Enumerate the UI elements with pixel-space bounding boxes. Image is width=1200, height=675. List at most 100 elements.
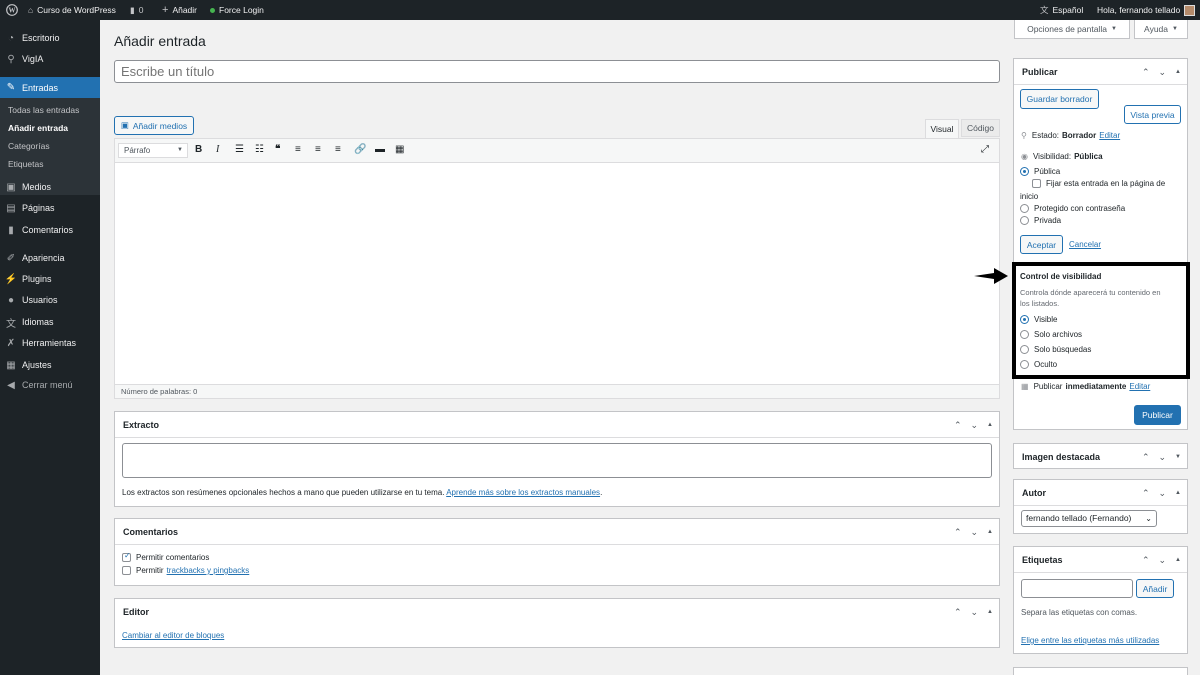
featured-image-box: Imagen destacada ⌃ ⌄ ▼ — [1013, 443, 1188, 469]
toggle-panel-icon[interactable]: ▲ — [1175, 490, 1181, 496]
align-center-icon[interactable]: ≡ — [315, 144, 321, 155]
comment-icon: ▮ — [130, 5, 135, 15]
tab-visual[interactable]: Visual — [925, 119, 959, 138]
move-up-icon[interactable]: ⌃ — [954, 420, 962, 431]
post-title-input[interactable] — [114, 60, 1000, 83]
screen-options-button[interactable]: Opciones de pantalla ▼ — [1014, 20, 1130, 39]
menu-item-herramientas[interactable]: ✗ Herramientas — [0, 333, 100, 353]
excerpt-textarea[interactable] — [122, 443, 992, 478]
move-down-icon[interactable]: ⌄ — [971, 527, 979, 538]
publish-button[interactable]: Publicar — [1134, 405, 1181, 425]
move-up-icon[interactable]: ⌃ — [1142, 488, 1150, 499]
help-button[interactable]: Ayuda ▼ — [1134, 20, 1188, 39]
visibility-public-radio[interactable] — [1020, 167, 1029, 176]
switch-block-editor-link[interactable]: Cambiar al editor de bloques — [122, 631, 224, 640]
move-up-icon[interactable]: ⌃ — [1142, 555, 1150, 566]
add-tag-button[interactable]: Añadir — [1136, 579, 1174, 598]
move-down-icon[interactable]: ⌄ — [1159, 555, 1167, 566]
account-menu[interactable]: Hola, fernando tellado — [1097, 0, 1196, 20]
menu-item-vigia[interactable]: ⚲ VigIA — [0, 49, 100, 69]
save-draft-button[interactable]: Guardar borrador — [1020, 89, 1099, 109]
edit-status-link[interactable]: Editar — [1099, 131, 1120, 140]
excerpt-title[interactable]: Extracto — [115, 412, 999, 438]
move-down-icon[interactable]: ⌄ — [1159, 488, 1167, 499]
menu-item-idiomas[interactable]: 文 Idiomas — [0, 312, 100, 332]
toggle-panel-icon[interactable]: ▲ — [1175, 69, 1181, 75]
move-up-icon[interactable]: ⌃ — [954, 607, 962, 618]
new-content-link[interactable]: + Añadir — [162, 0, 197, 20]
move-up-icon[interactable]: ⌃ — [1142, 67, 1150, 78]
wrench-icon: ✗ — [6, 337, 16, 349]
tags-box: Etiquetas ⌃ ⌄ ▲ Añadir Separa las etiqueta… — [1013, 546, 1188, 654]
bullet-list-icon[interactable]: ☰ — [235, 144, 244, 155]
submenu-anadir-entrada[interactable]: Añadir entrada — [8, 123, 68, 133]
move-down-icon[interactable]: ⌄ — [1159, 67, 1167, 78]
move-down-icon[interactable]: ⌄ — [971, 607, 979, 618]
visibility-archives-radio[interactable] — [1020, 330, 1029, 339]
submenu-categorias[interactable]: Categorías — [8, 141, 50, 151]
menu-item-medios[interactable]: ▣ Medios — [0, 177, 100, 197]
menu-item-comentarios[interactable]: ▮ Comentarios — [0, 220, 100, 240]
force-login-link[interactable]: Force Login — [210, 0, 264, 20]
link-icon[interactable]: 🔗 — [354, 144, 366, 155]
cancel-link[interactable]: Cancelar — [1069, 240, 1101, 249]
toggle-panel-icon[interactable]: ▲ — [987, 609, 993, 615]
chevron-down-icon: ⌄ — [1145, 514, 1152, 523]
allow-pings-checkbox[interactable] — [122, 566, 131, 575]
edit-publish-time-link[interactable]: Editar — [1129, 382, 1150, 391]
author-select[interactable]: fernando tellado (Fernando) ⌄ — [1021, 510, 1157, 527]
format-select[interactable]: Párrafo ▼ — [118, 143, 188, 158]
menu-item-entradas[interactable]: ✎ Entradas — [0, 77, 100, 98]
move-down-icon[interactable]: ⌄ — [971, 420, 979, 431]
align-right-icon[interactable]: ≡ — [335, 144, 341, 155]
visibility-private-radio[interactable] — [1020, 216, 1029, 225]
bold-icon[interactable]: B — [195, 144, 202, 155]
move-down-icon[interactable]: ⌄ — [1159, 452, 1167, 463]
sticky-checkbox[interactable] — [1032, 179, 1041, 188]
visibility-search-radio[interactable] — [1020, 345, 1029, 354]
menu-item-paginas[interactable]: ▤ Páginas — [0, 198, 100, 218]
menu-item-escritorio[interactable]: ◔ Escritorio — [0, 28, 100, 48]
visibility-hidden-radio[interactable] — [1020, 360, 1029, 369]
wordpress-logo-icon[interactable]: W — [6, 0, 18, 20]
trackbacks-link[interactable]: trackbacks y pingbacks — [167, 566, 250, 575]
excerpt-learn-more-link[interactable]: Aprende más sobre los extractos manuales — [446, 488, 600, 497]
numbered-list-icon[interactable]: ☷ — [255, 144, 264, 155]
sticky-label-continued: inicio — [1020, 192, 1039, 201]
toggle-panel-icon[interactable]: ▲ — [1175, 557, 1181, 563]
allow-comments-checkbox[interactable] — [122, 551, 131, 562]
toggle-panel-icon[interactable]: ▲ — [987, 422, 993, 428]
visibility-password-radio[interactable] — [1020, 204, 1029, 213]
choose-tags-link[interactable]: Elige entre las etiquetas más utilizadas — [1021, 636, 1159, 645]
preview-button[interactable]: Vista previa — [1124, 105, 1181, 124]
accept-button[interactable]: Aceptar — [1020, 235, 1063, 254]
menu-item-cerrar-menu[interactable]: ◀ Cerrar menú — [0, 375, 100, 395]
menu-item-usuarios[interactable]: ● Usuarios — [0, 290, 100, 310]
visibility-visible-radio[interactable] — [1020, 315, 1029, 324]
site-name-link[interactable]: ⌂ Curso de WordPress — [28, 0, 116, 20]
toolbar-toggle-icon[interactable]: ▦ — [395, 144, 404, 155]
toggle-panel-icon[interactable]: ▼ — [1175, 454, 1181, 460]
toggle-panel-icon[interactable]: ▲ — [987, 529, 993, 535]
visibility-control-panel: Control de visibilidad Controla dónde ap… — [1012, 262, 1190, 379]
language-switcher[interactable]: 文 Español — [1040, 0, 1083, 20]
move-up-icon[interactable]: ⌃ — [954, 527, 962, 538]
add-media-button[interactable]: ▣ Añadir medios — [114, 116, 194, 135]
move-up-icon[interactable]: ⌃ — [1142, 452, 1150, 463]
comments-link[interactable]: ▮ 0 — [130, 0, 143, 20]
menu-item-ajustes[interactable]: ▦ Ajustes — [0, 355, 100, 375]
blockquote-icon[interactable]: ❝ — [275, 144, 280, 155]
align-left-icon[interactable]: ≡ — [295, 144, 301, 155]
comments-title[interactable]: Comentarios — [115, 519, 999, 545]
tags-input[interactable] — [1021, 579, 1133, 598]
read-more-icon[interactable]: ▬ — [375, 144, 385, 155]
menu-item-plugins[interactable]: ⚡ Plugins — [0, 269, 100, 289]
editor-content[interactable] — [115, 163, 999, 384]
fullscreen-icon[interactable]: ⤢ — [981, 144, 989, 155]
tab-code[interactable]: Código — [961, 119, 1000, 137]
editor-box-title[interactable]: Editor — [115, 599, 999, 625]
italic-icon[interactable]: I — [216, 144, 219, 155]
submenu-todas-las-entradas[interactable]: Todas las entradas — [8, 105, 79, 115]
menu-item-apariencia[interactable]: ✐ Apariencia — [0, 248, 100, 268]
submenu-etiquetas[interactable]: Etiquetas — [8, 159, 43, 169]
